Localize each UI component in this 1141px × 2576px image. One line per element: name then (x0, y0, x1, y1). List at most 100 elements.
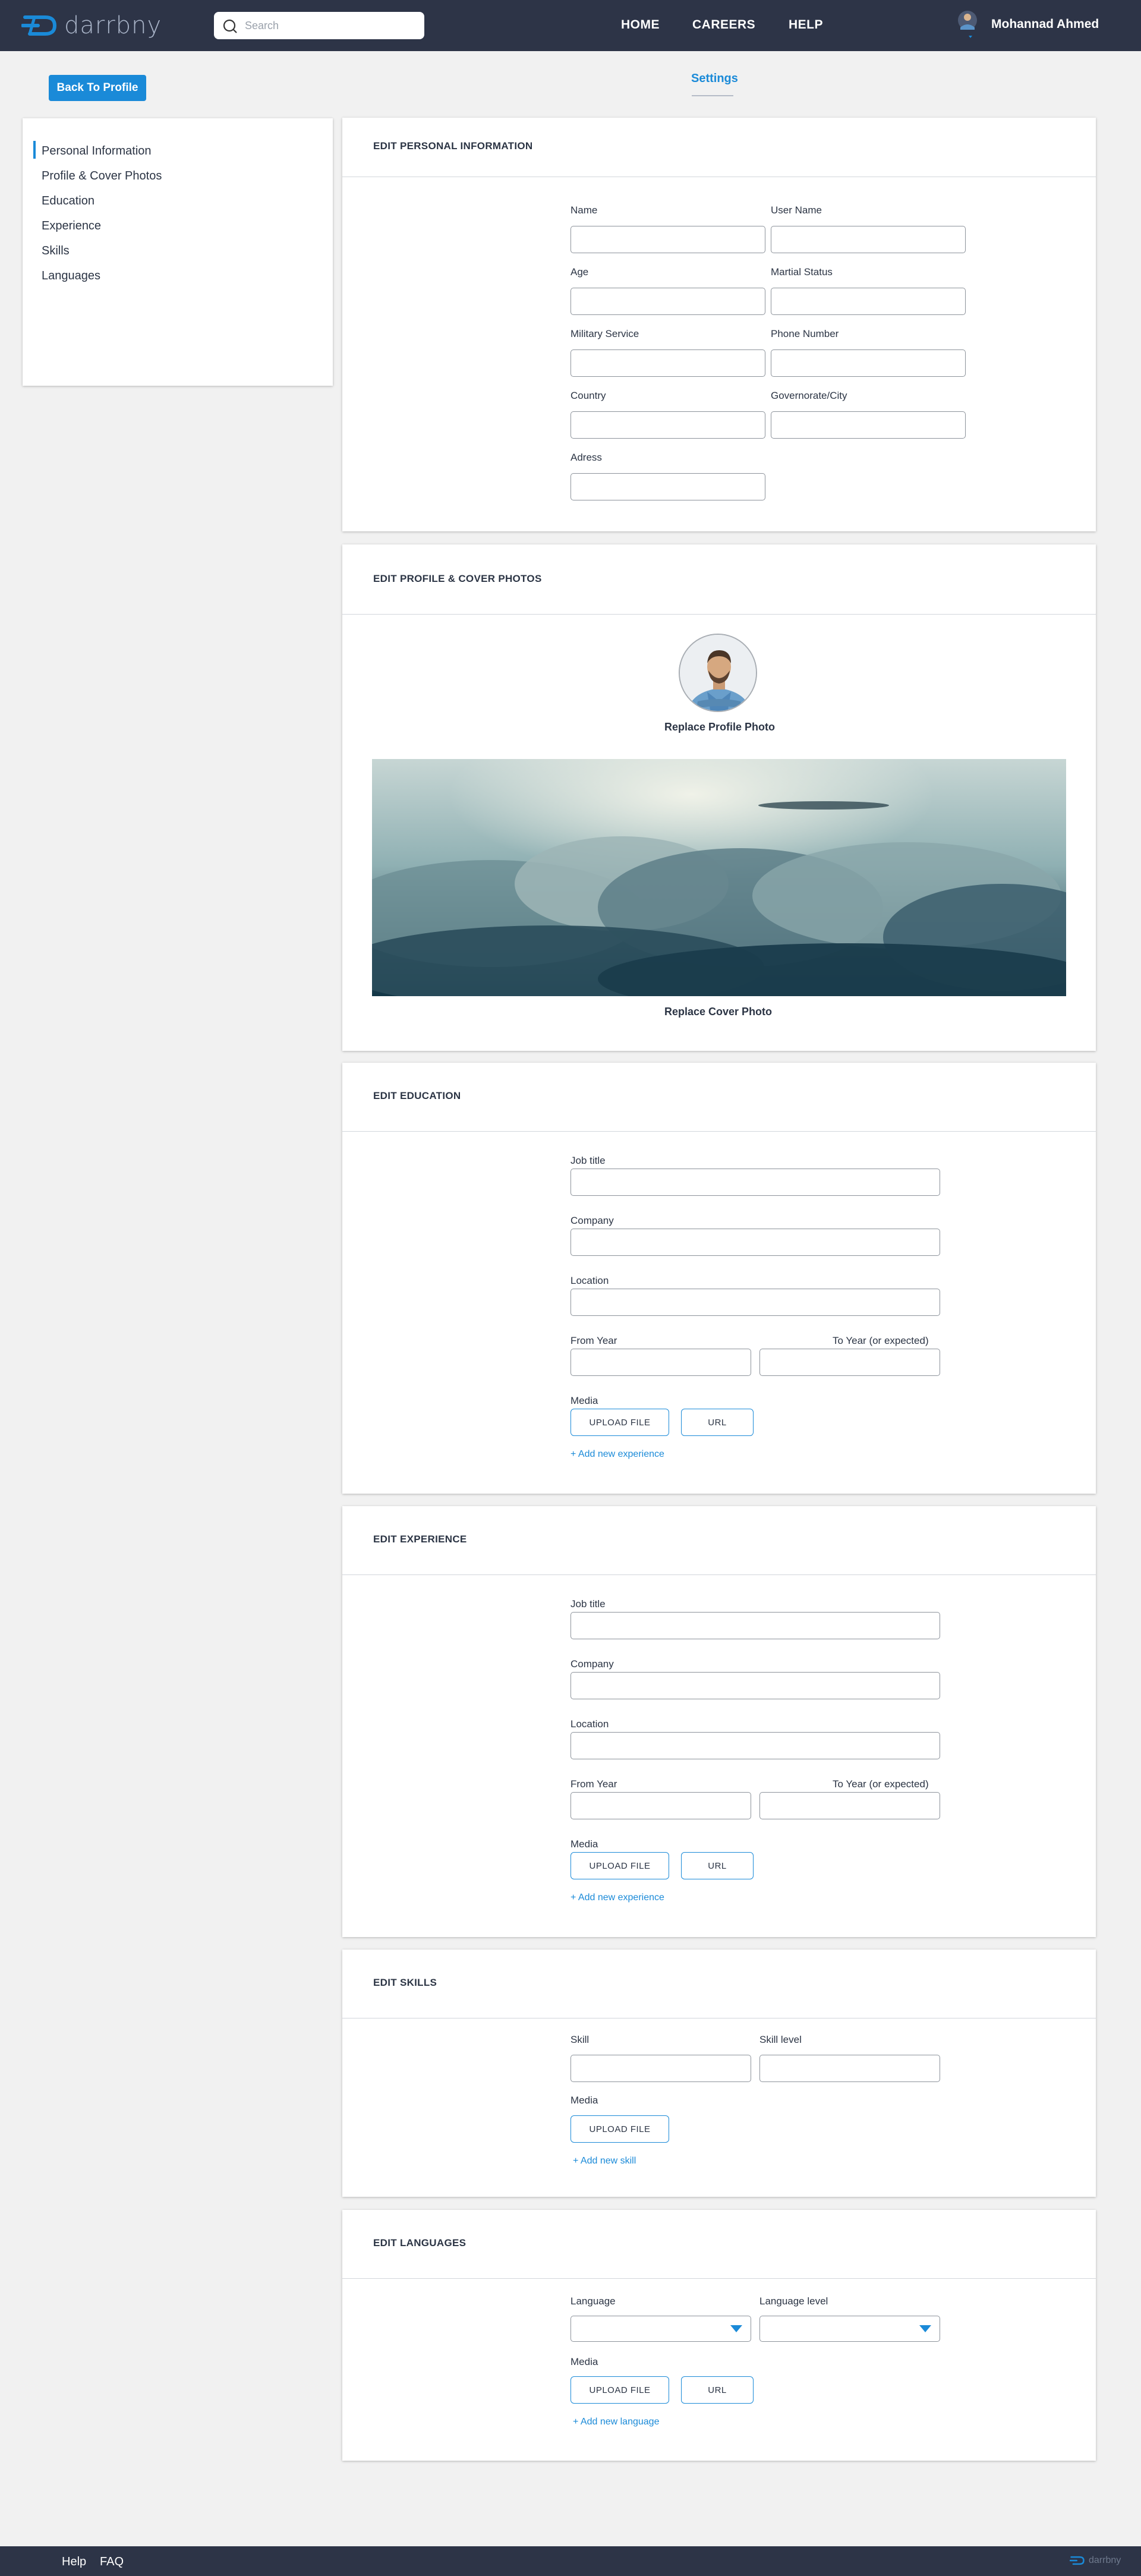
phone-number-field[interactable] (771, 349, 966, 377)
skill-level-field[interactable] (759, 2055, 940, 2082)
footer-brand-name: darrbny (1089, 2555, 1121, 2565)
chevron-down-icon (919, 2325, 931, 2332)
card-title: EDIT SKILLS (373, 1977, 437, 1988)
card-header: EDIT SKILLS (342, 1950, 1096, 2018)
nav-home-link[interactable]: HOME (621, 18, 660, 32)
address-label: Adress (570, 452, 602, 463)
card-title: EDIT PERSONAL INFORMATION (373, 140, 533, 152)
education-to-year-field[interactable] (759, 1349, 940, 1376)
user-avatar-icon (958, 11, 977, 38)
add-new-experience-link[interactable]: + Add new experience (570, 1892, 664, 1903)
sidebar-item-skills[interactable]: Skills (42, 244, 70, 258)
name-label: Name (570, 204, 598, 216)
settings-tab[interactable]: Settings (691, 72, 738, 86)
darrbny-logo-icon (21, 15, 57, 36)
replace-cover-photo-link[interactable]: Replace Cover Photo (664, 1006, 772, 1018)
nav-careers-link[interactable]: CAREERS (692, 18, 755, 32)
footer-faq-link[interactable]: FAQ (100, 2555, 124, 2569)
skill-field[interactable] (570, 2055, 751, 2082)
card-header: EDIT PROFILE & COVER PHOTOS (342, 544, 1096, 615)
military-service-field[interactable] (570, 349, 765, 377)
media-label: Media (570, 2095, 598, 2106)
languages-upload-file-button[interactable]: UPLOAD FILE (570, 2376, 669, 2404)
name-field[interactable] (570, 226, 765, 253)
experience-upload-file-button[interactable]: UPLOAD FILE (570, 1852, 669, 1879)
top-navbar: darrbny HOME CAREERS HELP Mohannad Ahmed (0, 0, 1141, 51)
username-label: User Name (771, 204, 822, 216)
from-year-label: From Year (570, 1335, 617, 1346)
sidebar-item-languages[interactable]: Languages (42, 269, 100, 283)
card-title: EDIT EDUCATION (373, 1090, 461, 1101)
replace-profile-photo-link[interactable]: Replace Profile Photo (664, 721, 775, 733)
experience-card: EDIT EXPERIENCE Job title Company Locati… (342, 1506, 1096, 1937)
experience-company-field[interactable] (570, 1672, 940, 1699)
language-select[interactable] (570, 2316, 751, 2342)
darrbny-logo-icon (1070, 2556, 1085, 2565)
language-level-select[interactable] (759, 2316, 940, 2342)
job-title-label: Job title (570, 1598, 606, 1610)
user-name[interactable]: Mohannad Ahmed (991, 17, 1099, 32)
martial-status-field[interactable] (771, 288, 966, 315)
sidebar-item-education[interactable]: Education (42, 194, 94, 208)
add-new-skill-link[interactable]: + Add new skill (573, 2156, 636, 2166)
photos-card: EDIT PROFILE & COVER PHOTOS Replace Prof… (342, 544, 1096, 1051)
languages-url-button[interactable]: URL (681, 2376, 754, 2404)
footer-brand-logo[interactable]: darrbny (1070, 2555, 1121, 2566)
profile-photo[interactable] (679, 634, 757, 712)
brand-logo[interactable]: darrbny (21, 12, 162, 39)
education-url-button[interactable]: URL (681, 1409, 754, 1436)
card-title: EDIT EXPERIENCE (373, 1533, 467, 1545)
search-box[interactable] (214, 12, 424, 39)
skill-label: Skill (570, 2034, 590, 2045)
languages-card: EDIT LANGUAGES Language Language level M… (342, 2210, 1096, 2461)
education-company-field[interactable] (570, 1229, 940, 1256)
experience-location-field[interactable] (570, 1732, 940, 1759)
sidebar-item-personal-information[interactable]: Personal Information (33, 141, 152, 159)
settings-underline (692, 95, 733, 96)
cover-photo[interactable] (372, 759, 1066, 996)
nav-help-link[interactable]: HELP (789, 18, 823, 32)
card-header: EDIT EXPERIENCE (342, 1506, 1096, 1575)
skills-upload-file-button[interactable]: UPLOAD FILE (570, 2115, 669, 2143)
education-from-year-field[interactable] (570, 1349, 751, 1376)
age-field[interactable] (570, 288, 765, 315)
address-field[interactable] (570, 473, 765, 500)
username-field[interactable] (771, 226, 966, 253)
card-header: EDIT EDUCATION (342, 1063, 1096, 1132)
experience-from-year-field[interactable] (570, 1792, 751, 1819)
chevron-down-icon (730, 2325, 742, 2332)
sidebar-item-profile-cover-photos[interactable]: Profile & Cover Photos (42, 169, 162, 183)
experience-job-title-field[interactable] (570, 1612, 940, 1639)
user-menu[interactable]: Mohannad Ahmed (954, 10, 1099, 39)
education-location-field[interactable] (570, 1289, 940, 1316)
company-label: Company (570, 1215, 614, 1226)
sidebar-item-experience[interactable]: Experience (42, 219, 101, 233)
country-field[interactable] (570, 411, 765, 439)
education-upload-file-button[interactable]: UPLOAD FILE (570, 1409, 669, 1436)
user-avatar[interactable] (954, 10, 981, 39)
profile-photo-image (680, 635, 756, 711)
card-header: EDIT PERSONAL INFORMATION (342, 118, 1096, 177)
experience-to-year-field[interactable] (759, 1792, 940, 1819)
add-new-education-link[interactable]: + Add new experience (570, 1449, 664, 1460)
media-label: Media (570, 1838, 598, 1850)
city-field[interactable] (771, 411, 966, 439)
cover-photo-image (372, 759, 1066, 996)
settings-sidebar: Personal Information Profile & Cover Pho… (23, 118, 333, 386)
add-new-language-link[interactable]: + Add new language (573, 2417, 659, 2427)
media-label: Media (570, 1395, 598, 1406)
back-to-profile-button[interactable]: Back To Profile (49, 75, 146, 101)
skill-level-label: Skill level (759, 2034, 802, 2045)
education-job-title-field[interactable] (570, 1169, 940, 1196)
age-label: Age (570, 266, 589, 278)
location-label: Location (570, 1275, 609, 1286)
card-header: EDIT LANGUAGES (342, 2210, 1096, 2279)
language-level-label: Language level (759, 2295, 828, 2307)
phone-number-label: Phone Number (771, 328, 839, 339)
search-icon (223, 19, 237, 33)
martial-status-label: Martial Status (771, 266, 833, 278)
experience-url-button[interactable]: URL (681, 1852, 754, 1879)
search-input[interactable] (245, 19, 411, 32)
footer-help-link[interactable]: Help (62, 2555, 86, 2569)
skills-card: EDIT SKILLS Skill Skill level Media UPLO… (342, 1950, 1096, 2197)
